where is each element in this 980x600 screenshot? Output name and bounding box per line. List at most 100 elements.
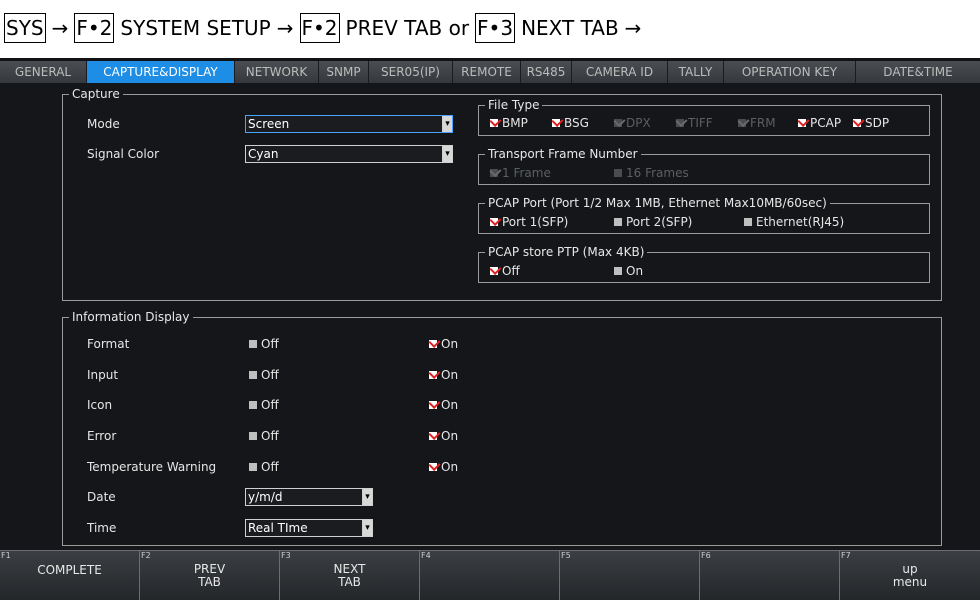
crumb-sys: SYS (4, 13, 46, 43)
info-row-label: Error (87, 429, 117, 443)
option-label: 1 Frame (502, 166, 551, 180)
tab-tally[interactable]: TALLY (668, 61, 724, 83)
checkbox-icon (490, 218, 498, 226)
tab-capture-display[interactable]: CAPTURE&DISPLAY (87, 61, 235, 83)
tab-ser05[interactable]: SER05(IP) (369, 61, 453, 83)
icon-on[interactable]: On (429, 398, 458, 412)
signal-color-select[interactable]: Cyan ▾ (245, 145, 453, 163)
pcap-ptp-group: PCAP store PTP (Max 4KB) (478, 245, 930, 283)
error-off[interactable]: Off (249, 429, 279, 443)
info-display-legend: Information Display (72, 310, 190, 324)
tab-camera-id[interactable]: CAMERA ID (572, 61, 668, 83)
option-label: PCAP (810, 116, 842, 130)
info-row-label: Input (87, 368, 119, 382)
option-label: On (441, 368, 459, 382)
file-type-bmp[interactable]: BMP (490, 116, 528, 130)
function-key-bar: F1 COMPLETE F2 PREV TAB F3 NEXT TAB F4 F… (0, 550, 980, 600)
checkbox-icon (552, 119, 560, 127)
crumb-f2: F•2 (299, 13, 340, 43)
pcap-port-ethernet[interactable]: Ethernet(RJ45) (744, 215, 844, 229)
arrow-icon: → (624, 16, 642, 40)
checkbox-icon (429, 401, 437, 409)
option-label: BSG (564, 116, 589, 130)
time-select[interactable]: Real TIme ▾ (245, 519, 373, 537)
tab-general[interactable]: GENERAL (0, 61, 87, 83)
f6-button[interactable]: F6 (700, 550, 840, 600)
input-on[interactable]: On (429, 368, 458, 382)
f2-prev-tab-button[interactable]: F2 PREV TAB (140, 550, 280, 600)
checkbox-icon (249, 463, 257, 471)
date-label: Date (87, 490, 116, 504)
file-type-pcap[interactable]: PCAP (798, 116, 841, 130)
pcap-ptp-on[interactable]: On (614, 264, 643, 278)
mode-select[interactable]: Screen ▾ (245, 115, 453, 133)
info-row-label: Format (87, 337, 130, 351)
option-label: SDP (865, 116, 890, 130)
time-value: Real TIme (248, 521, 308, 535)
tab-rs485[interactable]: RS485 (521, 61, 572, 83)
option-label: On (441, 429, 459, 443)
crumb-prev-tab: PREV TAB or (345, 16, 470, 40)
transport-frame-legend: Transport Frame Number (488, 147, 638, 161)
temperature-warning-off[interactable]: Off (249, 460, 279, 474)
fkey-number: F7 (841, 551, 851, 560)
breadcrumb: SYS → F•2 SYSTEM SETUP → F•2 PREV TAB or… (0, 0, 980, 56)
tab-operation-key[interactable]: OPERATION KEY (724, 61, 856, 83)
checkbox-icon (249, 401, 257, 409)
tab-remote[interactable]: REMOTE (453, 61, 521, 83)
checkbox-icon (490, 119, 498, 127)
tab-date-time[interactable]: DATE&TIME (856, 61, 980, 83)
input-off[interactable]: Off (249, 368, 279, 382)
checkbox-icon (429, 432, 437, 440)
f1-complete-button[interactable]: F1 COMPLETE (0, 550, 140, 600)
dropdown-arrow-icon: ▾ (362, 520, 372, 536)
format-off[interactable]: Off (249, 337, 279, 351)
crumb-f2: F•2 (74, 13, 115, 43)
checkbox-icon (490, 169, 498, 177)
info-row-label: Icon (87, 398, 113, 412)
file-type-bsg[interactable]: BSG (552, 116, 589, 130)
pcap-port-2[interactable]: Port 2(SFP) (614, 215, 692, 229)
checkbox-icon (429, 340, 437, 348)
f4-button[interactable]: F4 (420, 550, 560, 600)
checkbox-icon (249, 432, 257, 440)
tab-network[interactable]: NETWORK (235, 61, 319, 83)
mode-value: Screen (248, 117, 290, 131)
option-label: DPX (626, 116, 651, 130)
checkbox-icon (614, 119, 622, 127)
crumb-f3: F•3 (475, 13, 516, 43)
file-type-frm: FRM (738, 116, 776, 130)
fkey-label: up menu (892, 562, 928, 589)
option-label: TIFF (688, 116, 713, 130)
dropdown-arrow-icon: ▾ (442, 116, 452, 132)
option-label: On (441, 337, 459, 351)
f7-up-menu-button[interactable]: F7 up menu (840, 550, 980, 600)
checkbox-icon (490, 267, 498, 275)
error-on[interactable]: On (429, 429, 458, 443)
option-label: Off (261, 460, 279, 474)
temperature-warning-on[interactable]: On (429, 460, 458, 474)
fkey-number: F1 (1, 551, 11, 560)
f5-button[interactable]: F5 (560, 550, 700, 600)
icon-off[interactable]: Off (249, 398, 279, 412)
checkbox-icon (614, 267, 622, 275)
signal-color-label: Signal Color (87, 147, 160, 161)
option-label: On (441, 460, 459, 474)
checkbox-icon (249, 340, 257, 348)
date-format-select[interactable]: y/m/d ▾ (245, 488, 373, 506)
checkbox-icon (738, 119, 746, 127)
fkey-label: NEXT TAB (333, 562, 366, 589)
option-label: Ethernet(RJ45) (756, 215, 845, 229)
file-type-tiff: TIFF (676, 116, 713, 130)
pcap-port-1[interactable]: Port 1(SFP) (490, 215, 568, 229)
checkbox-icon (429, 371, 437, 379)
tab-snmp[interactable]: SNMP (319, 61, 369, 83)
f3-next-tab-button[interactable]: F3 NEXT TAB (280, 550, 420, 600)
option-label: Off (261, 398, 279, 412)
format-on[interactable]: On (429, 337, 458, 351)
pcap-ptp-off[interactable]: Off (490, 264, 520, 278)
date-format-value: y/m/d (248, 490, 283, 504)
option-label: On (441, 398, 459, 412)
option-label: BMP (502, 116, 528, 130)
file-type-sdp[interactable]: SDP (853, 116, 889, 130)
